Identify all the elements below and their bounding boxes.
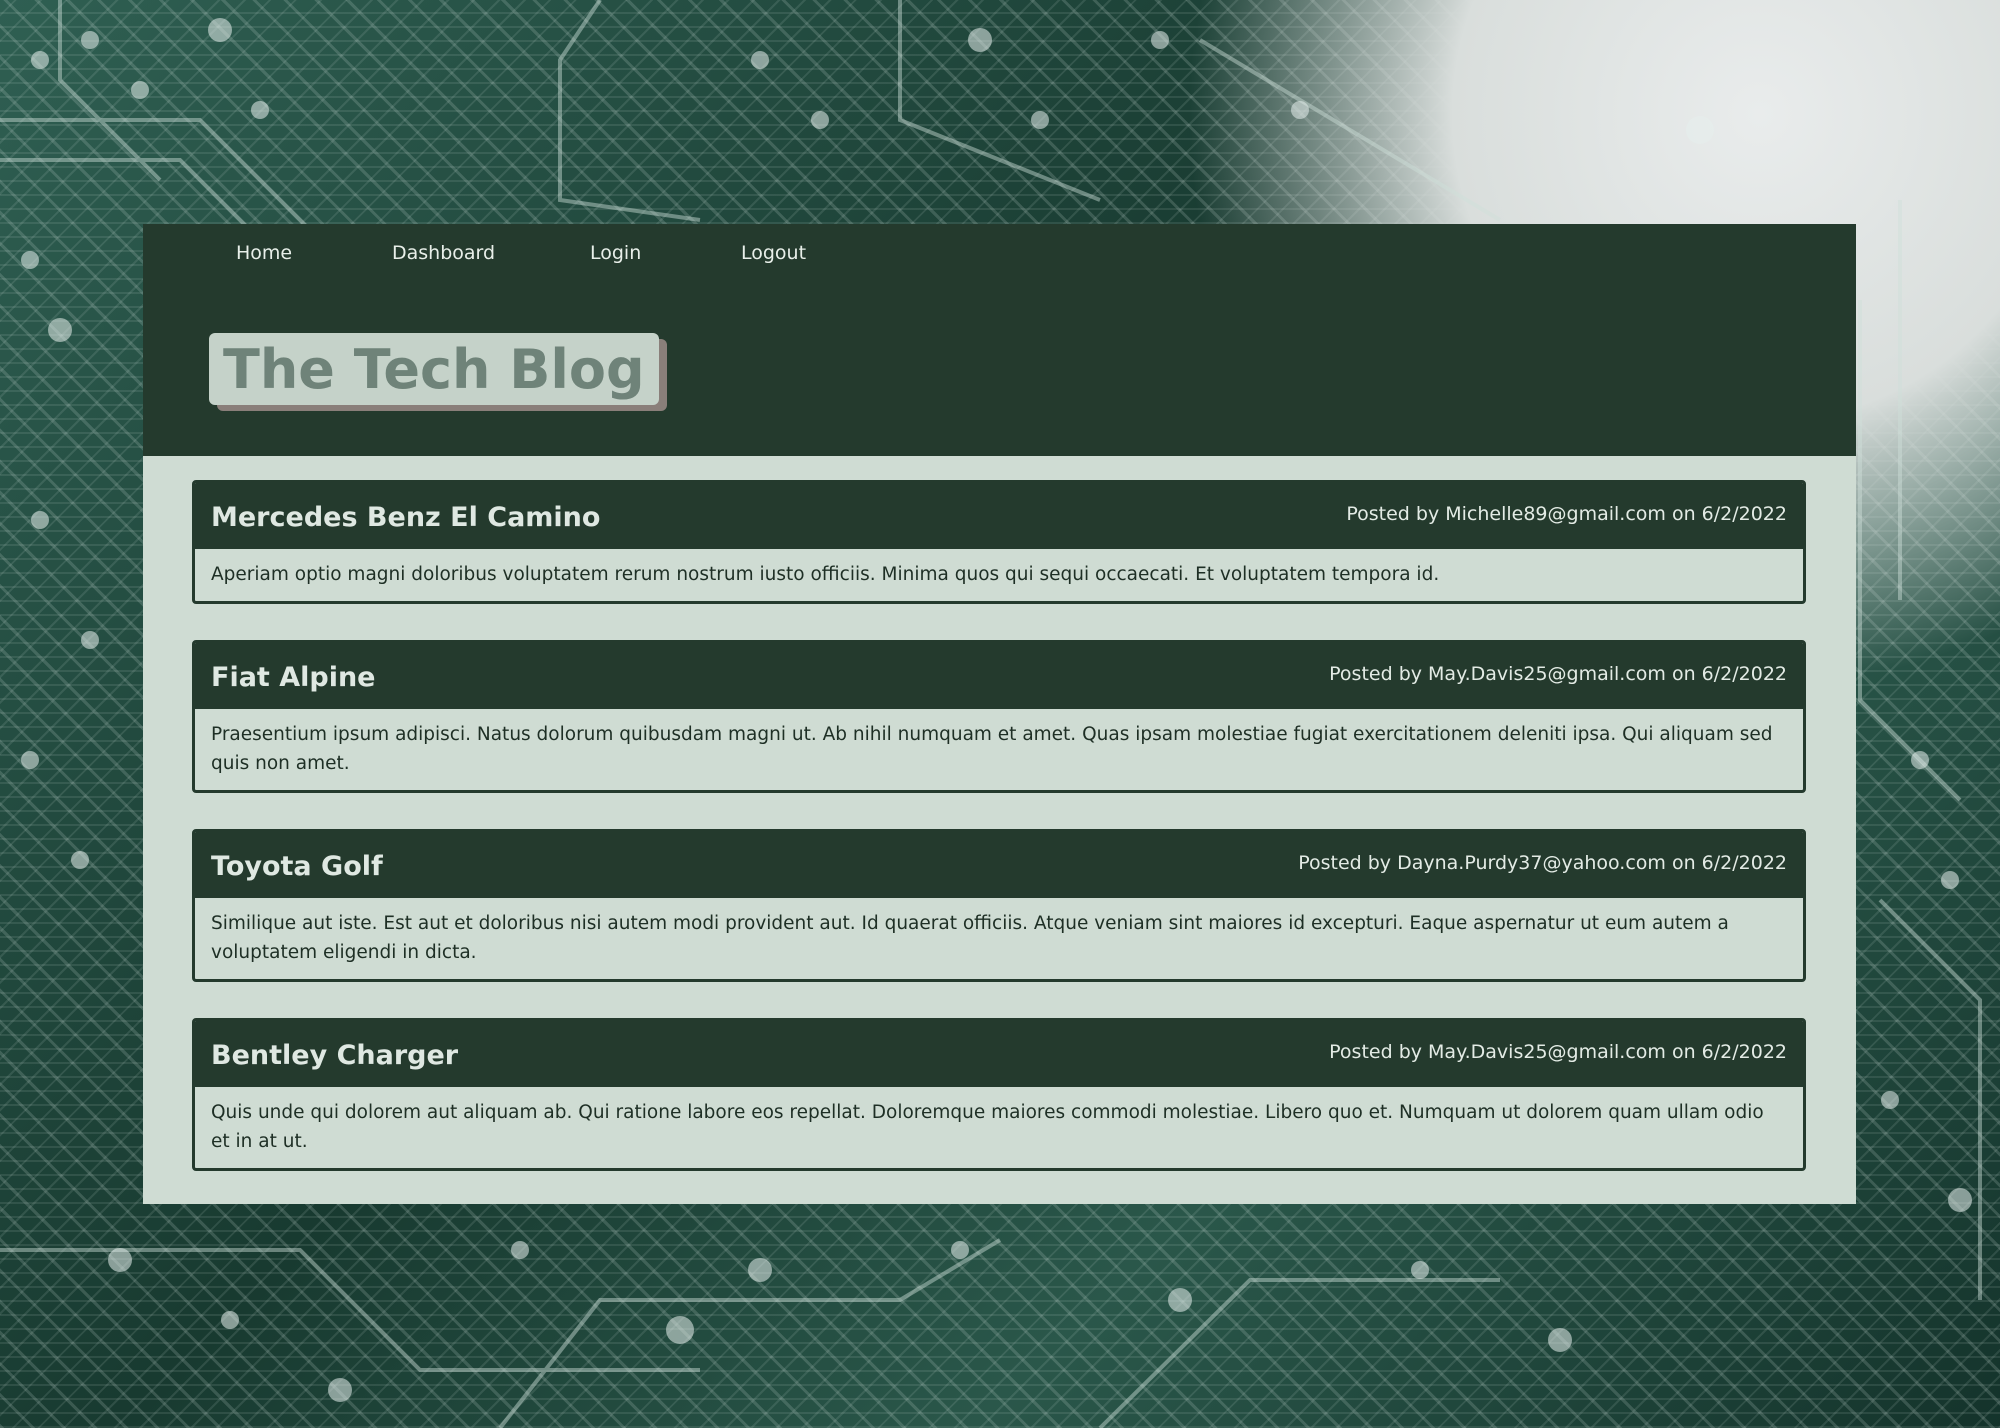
post-header: Bentley Charger Posted by May.Davis25@gm… — [195, 1021, 1803, 1087]
post-header: Fiat Alpine Posted by May.Davis25@gmail.… — [195, 643, 1803, 709]
site-title-box: The Tech Blog — [209, 333, 659, 405]
post-meta: Posted by Michelle89@gmail.com on 6/2/20… — [1346, 503, 1787, 525]
nav-logout-link[interactable]: Logout — [741, 242, 806, 264]
post-header: Mercedes Benz El Camino Posted by Michel… — [195, 483, 1803, 549]
post-title[interactable]: Fiat Alpine — [211, 662, 376, 693]
page-container: Home Dashboard Login Logout The Tech Blo… — [143, 224, 1856, 1204]
post-body: Aperiam optio magni doloribus voluptatem… — [211, 564, 1440, 585]
post-header: Toyota Golf Posted by Dayna.Purdy37@yaho… — [195, 832, 1803, 898]
site-header: Home Dashboard Login Logout The Tech Blo… — [143, 224, 1856, 456]
post-body: Similique aut iste. Est aut et doloribus… — [211, 913, 1729, 963]
nav-home-link[interactable]: Home — [236, 242, 292, 264]
post-card[interactable]: Mercedes Benz El Camino Posted by Michel… — [192, 480, 1806, 604]
post-card[interactable]: Toyota Golf Posted by Dayna.Purdy37@yaho… — [192, 829, 1806, 982]
post-title[interactable]: Bentley Charger — [211, 1040, 458, 1071]
nav-dashboard-link[interactable]: Dashboard — [392, 242, 495, 264]
post-title[interactable]: Toyota Golf — [211, 851, 383, 882]
post-meta: Posted by May.Davis25@gmail.com on 6/2/2… — [1329, 1041, 1787, 1063]
site-title[interactable]: The Tech Blog — [223, 338, 645, 401]
post-card[interactable]: Bentley Charger Posted by May.Davis25@gm… — [192, 1018, 1806, 1171]
post-card[interactable]: Fiat Alpine Posted by May.Davis25@gmail.… — [192, 640, 1806, 793]
post-body: Quis unde qui dolorem aut aliquam ab. Qu… — [211, 1102, 1764, 1152]
nav-login-link[interactable]: Login — [590, 242, 641, 264]
post-meta: Posted by May.Davis25@gmail.com on 6/2/2… — [1329, 663, 1787, 685]
post-body: Praesentium ipsum adipisci. Natus doloru… — [211, 724, 1773, 774]
post-meta: Posted by Dayna.Purdy37@yahoo.com on 6/2… — [1298, 852, 1787, 874]
post-title[interactable]: Mercedes Benz El Camino — [211, 502, 600, 533]
